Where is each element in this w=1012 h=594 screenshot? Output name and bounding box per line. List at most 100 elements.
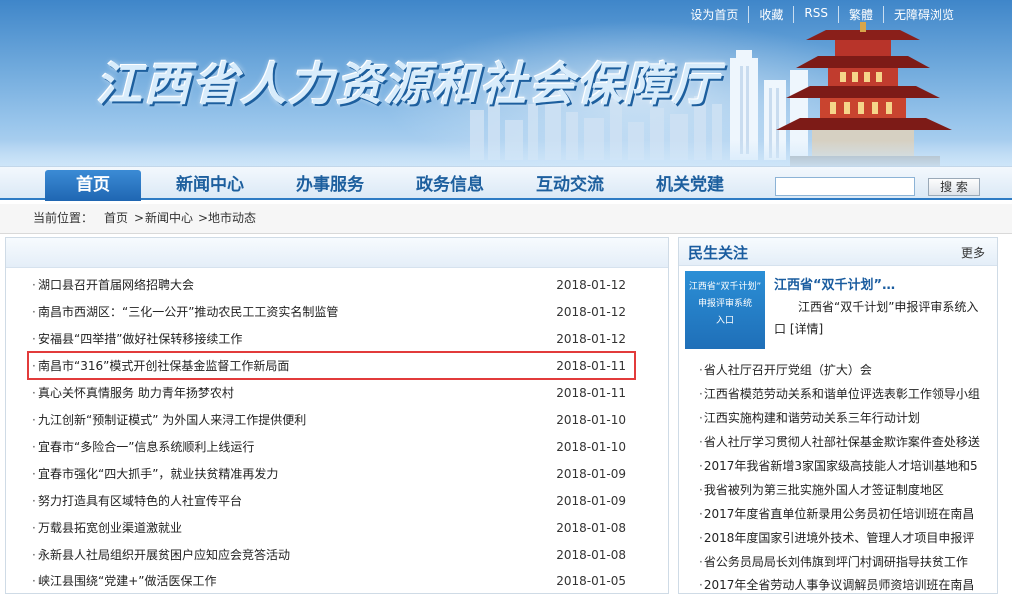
- news-date: 2018-01-12: [556, 305, 626, 319]
- accessibility-link[interactable]: 无障碍浏览: [882, 6, 964, 23]
- news-title[interactable]: 永新县人社局组织开展贫困户应知应会竞答活动: [38, 542, 290, 568]
- breadcrumb-separator: >: [134, 211, 145, 225]
- livelihood-item[interactable]: ·省人社厅学习贯彻人社部社保基金欺诈案件查处移送: [699, 430, 995, 454]
- livelihood-item[interactable]: ·2018年度国家引进境外技术、管理人才项目申报评: [699, 526, 995, 550]
- news-date: 2018-01-12: [556, 278, 626, 292]
- news-title[interactable]: 峡江县围绕“党建+”做活医保工作: [38, 568, 217, 594]
- banner-water: [0, 140, 1012, 166]
- news-item[interactable]: · 峡江县围绕“党建+”做活医保工作 2018-01-05: [32, 568, 626, 594]
- site-title: 江西省人力资源和社会保障厅: [96, 57, 720, 111]
- livelihood-item[interactable]: ·2017年度省直单位新录用公务员初任培训班在南昌: [699, 502, 995, 526]
- site-banner: 江西省人力资源和社会保障厅 设为首页 收藏 RSS 繁體 无障碍浏览: [0, 0, 1012, 166]
- news-date: 2018-01-05: [556, 574, 626, 588]
- double-thousand-plan-banner-image[interactable]: 江西省“双千计划” 申报评审系统 入口: [685, 271, 765, 349]
- feature-image-line: 入口: [715, 316, 734, 326]
- bullet-dot: ·: [32, 386, 36, 400]
- news-title[interactable]: 宜春市强化“四大抓手”，就业扶贫精准再发力: [38, 461, 278, 487]
- news-item[interactable]: · 南昌市西湖区：“三化一公开”推动农民工工资实名制监管 2018-01-12: [32, 299, 626, 325]
- nav-party-building[interactable]: 机关党建: [656, 170, 724, 201]
- livelihood-item[interactable]: ·省公务员局局长刘伟旗到坪门村调研指导扶贫工作: [699, 550, 995, 574]
- nav-government-info[interactable]: 政务信息: [416, 170, 484, 201]
- news-date: 2018-01-11: [556, 386, 626, 400]
- news-item[interactable]: · 努力打造具有区域特色的人社宣传平台 2018-01-09: [32, 488, 626, 514]
- news-item[interactable]: · 永新县人社局组织开展贫困户应知应会竞答活动 2018-01-08: [32, 542, 626, 568]
- livelihood-item[interactable]: ·2017年我省新增3家国家级高技能人才培训基地和5: [699, 454, 995, 478]
- feature-image-line: 江西省“双千计划”: [688, 282, 762, 292]
- livelihood-item-text[interactable]: 我省被列为第三批实施外国人才签证制度地区: [704, 483, 944, 497]
- bullet-dot: ·: [32, 413, 36, 427]
- news-title[interactable]: 真心关怀真情服务 助力青年扬梦农村: [38, 380, 234, 406]
- breadcrumb-home[interactable]: 首页: [104, 204, 128, 232]
- bullet-dot: ·: [32, 521, 36, 535]
- news-title[interactable]: 南昌市西湖区：“三化一公开”推动农民工工资实名制监管: [38, 299, 338, 325]
- bullet-dot: ·: [32, 548, 36, 562]
- bullet-dot: ·: [32, 467, 36, 481]
- news-item[interactable]: · 宜春市强化“四大抓手”，就业扶贫精准再发力 2018-01-09: [32, 461, 626, 487]
- more-link[interactable]: 更多: [961, 244, 985, 261]
- bullet-dot: ·: [32, 305, 36, 319]
- top-links: 设为首页 收藏 RSS 繁體 无障碍浏览: [680, 6, 964, 23]
- feature-image-line: 申报评审系统: [697, 299, 752, 309]
- news-item[interactable]: · 真心关怀真情服务 助力青年扬梦农村 2018-01-11: [32, 380, 626, 406]
- rss-link[interactable]: RSS: [793, 6, 838, 23]
- news-list-header: [6, 238, 668, 268]
- news-date: 2018-01-12: [556, 332, 626, 346]
- news-date: 2018-01-10: [556, 440, 626, 454]
- news-date: 2018-01-10: [556, 413, 626, 427]
- livelihood-item-text[interactable]: 江西省模范劳动关系和谐单位评选表彰工作领导小组: [704, 387, 980, 401]
- bullet-dot: ·: [32, 494, 36, 508]
- bullet-dot: ·: [32, 332, 36, 346]
- search-input[interactable]: [775, 177, 915, 196]
- set-homepage-link[interactable]: 设为首页: [680, 6, 748, 23]
- livelihood-item[interactable]: ·我省被列为第三批实施外国人才签证制度地区: [699, 478, 995, 502]
- breadcrumb-city-news[interactable]: 地市动态: [208, 204, 256, 232]
- search-button[interactable]: 搜 索: [928, 178, 980, 196]
- feature-description[interactable]: 江西省“双千计划”申报评审系统入口 [详情]: [774, 296, 990, 340]
- news-item[interactable]: · 万载县拓宽创业渠道激就业 2018-01-08: [32, 515, 626, 541]
- livelihood-item-text[interactable]: 2017年全省劳动人事争议调解员师资培训班在南昌: [704, 578, 975, 592]
- news-title[interactable]: 湖口县召开首届网络招聘大会: [38, 272, 194, 298]
- nav-services[interactable]: 办事服务: [296, 170, 364, 201]
- livelihood-item-text[interactable]: 2018年度国家引进境外技术、管理人才项目申报评: [704, 531, 975, 545]
- news-date: 2018-01-09: [556, 467, 626, 481]
- breadcrumb: 当前位置： 首页 > 新闻中心 > 地市动态: [0, 204, 1012, 234]
- livelihood-item[interactable]: ·江西实施构建和谐劳动关系三年行动计划: [699, 406, 995, 430]
- livelihood-panel: 民生关注 更多 江西省“双千计划” 申报评审系统 入口 江西省“双千计划”… 江…: [678, 237, 998, 594]
- news-date: 2018-01-08: [556, 521, 626, 535]
- livelihood-item-text[interactable]: 江西实施构建和谐劳动关系三年行动计划: [704, 411, 920, 425]
- news-title[interactable]: 安福县“四举措”做好社保转移接续工作: [38, 326, 242, 352]
- feature-title[interactable]: 江西省“双千计划”…: [774, 274, 895, 293]
- livelihood-item[interactable]: ·省人社厅召开厅党组（扩大）会: [699, 358, 995, 382]
- news-date: 2018-01-08: [556, 548, 626, 562]
- nav-interaction[interactable]: 互动交流: [536, 170, 604, 201]
- news-item[interactable]: · 湖口县召开首届网络招聘大会 2018-01-12: [32, 272, 626, 298]
- livelihood-item-text[interactable]: 2017年我省新增3家国家级高技能人才培训基地和5: [704, 459, 978, 473]
- livelihood-item-text[interactable]: 2017年度省直单位新录用公务员初任培训班在南昌: [704, 507, 975, 521]
- bullet-dot: ·: [32, 574, 36, 588]
- nav-home[interactable]: 首页: [45, 170, 141, 201]
- livelihood-header: 民生关注 更多: [679, 238, 997, 266]
- nav-news-center[interactable]: 新闻中心: [176, 170, 244, 201]
- news-title[interactable]: 宜春市“多险合一”信息系统顺利上线运行: [38, 434, 254, 460]
- news-title[interactable]: 万载县拓宽创业渠道激就业: [38, 515, 182, 541]
- news-item[interactable]: · 九江创新“预制证模式” 为外国人来浔工作提供便利 2018-01-10: [32, 407, 626, 433]
- breadcrumb-separator: >: [198, 211, 209, 225]
- breadcrumb-label: 当前位置：: [33, 211, 94, 225]
- news-title[interactable]: 努力打造具有区域特色的人社宣传平台: [38, 488, 242, 514]
- livelihood-title: 民生关注: [688, 244, 749, 262]
- livelihood-item-text[interactable]: 省人社厅召开厅党组（扩大）会: [704, 363, 872, 377]
- livelihood-item[interactable]: ·江西省模范劳动关系和谐单位评选表彰工作领导小组: [699, 382, 995, 406]
- livelihood-item[interactable]: ·2017年全省劳动人事争议调解员师资培训班在南昌: [699, 573, 995, 594]
- livelihood-item-text[interactable]: 省公务员局局长刘伟旗到坪门村调研指导扶贫工作: [704, 555, 968, 569]
- news-item[interactable]: · 宜春市“多险合一”信息系统顺利上线运行 2018-01-10: [32, 434, 626, 460]
- news-title[interactable]: 九江创新“预制证模式” 为外国人来浔工作提供便利: [38, 407, 306, 433]
- news-item[interactable]: · 安福县“四举措”做好社保转移接续工作 2018-01-12: [32, 326, 626, 352]
- highlight-box: [27, 351, 636, 380]
- news-date: 2018-01-09: [556, 494, 626, 508]
- bullet-dot: ·: [32, 440, 36, 454]
- bullet-dot: ·: [32, 278, 36, 292]
- traditional-chinese-link[interactable]: 繁體: [837, 6, 883, 23]
- breadcrumb-news-center[interactable]: 新闻中心: [145, 204, 193, 232]
- favorite-link[interactable]: 收藏: [748, 6, 793, 23]
- livelihood-item-text[interactable]: 省人社厅学习贯彻人社部社保基金欺诈案件查处移送: [704, 435, 980, 449]
